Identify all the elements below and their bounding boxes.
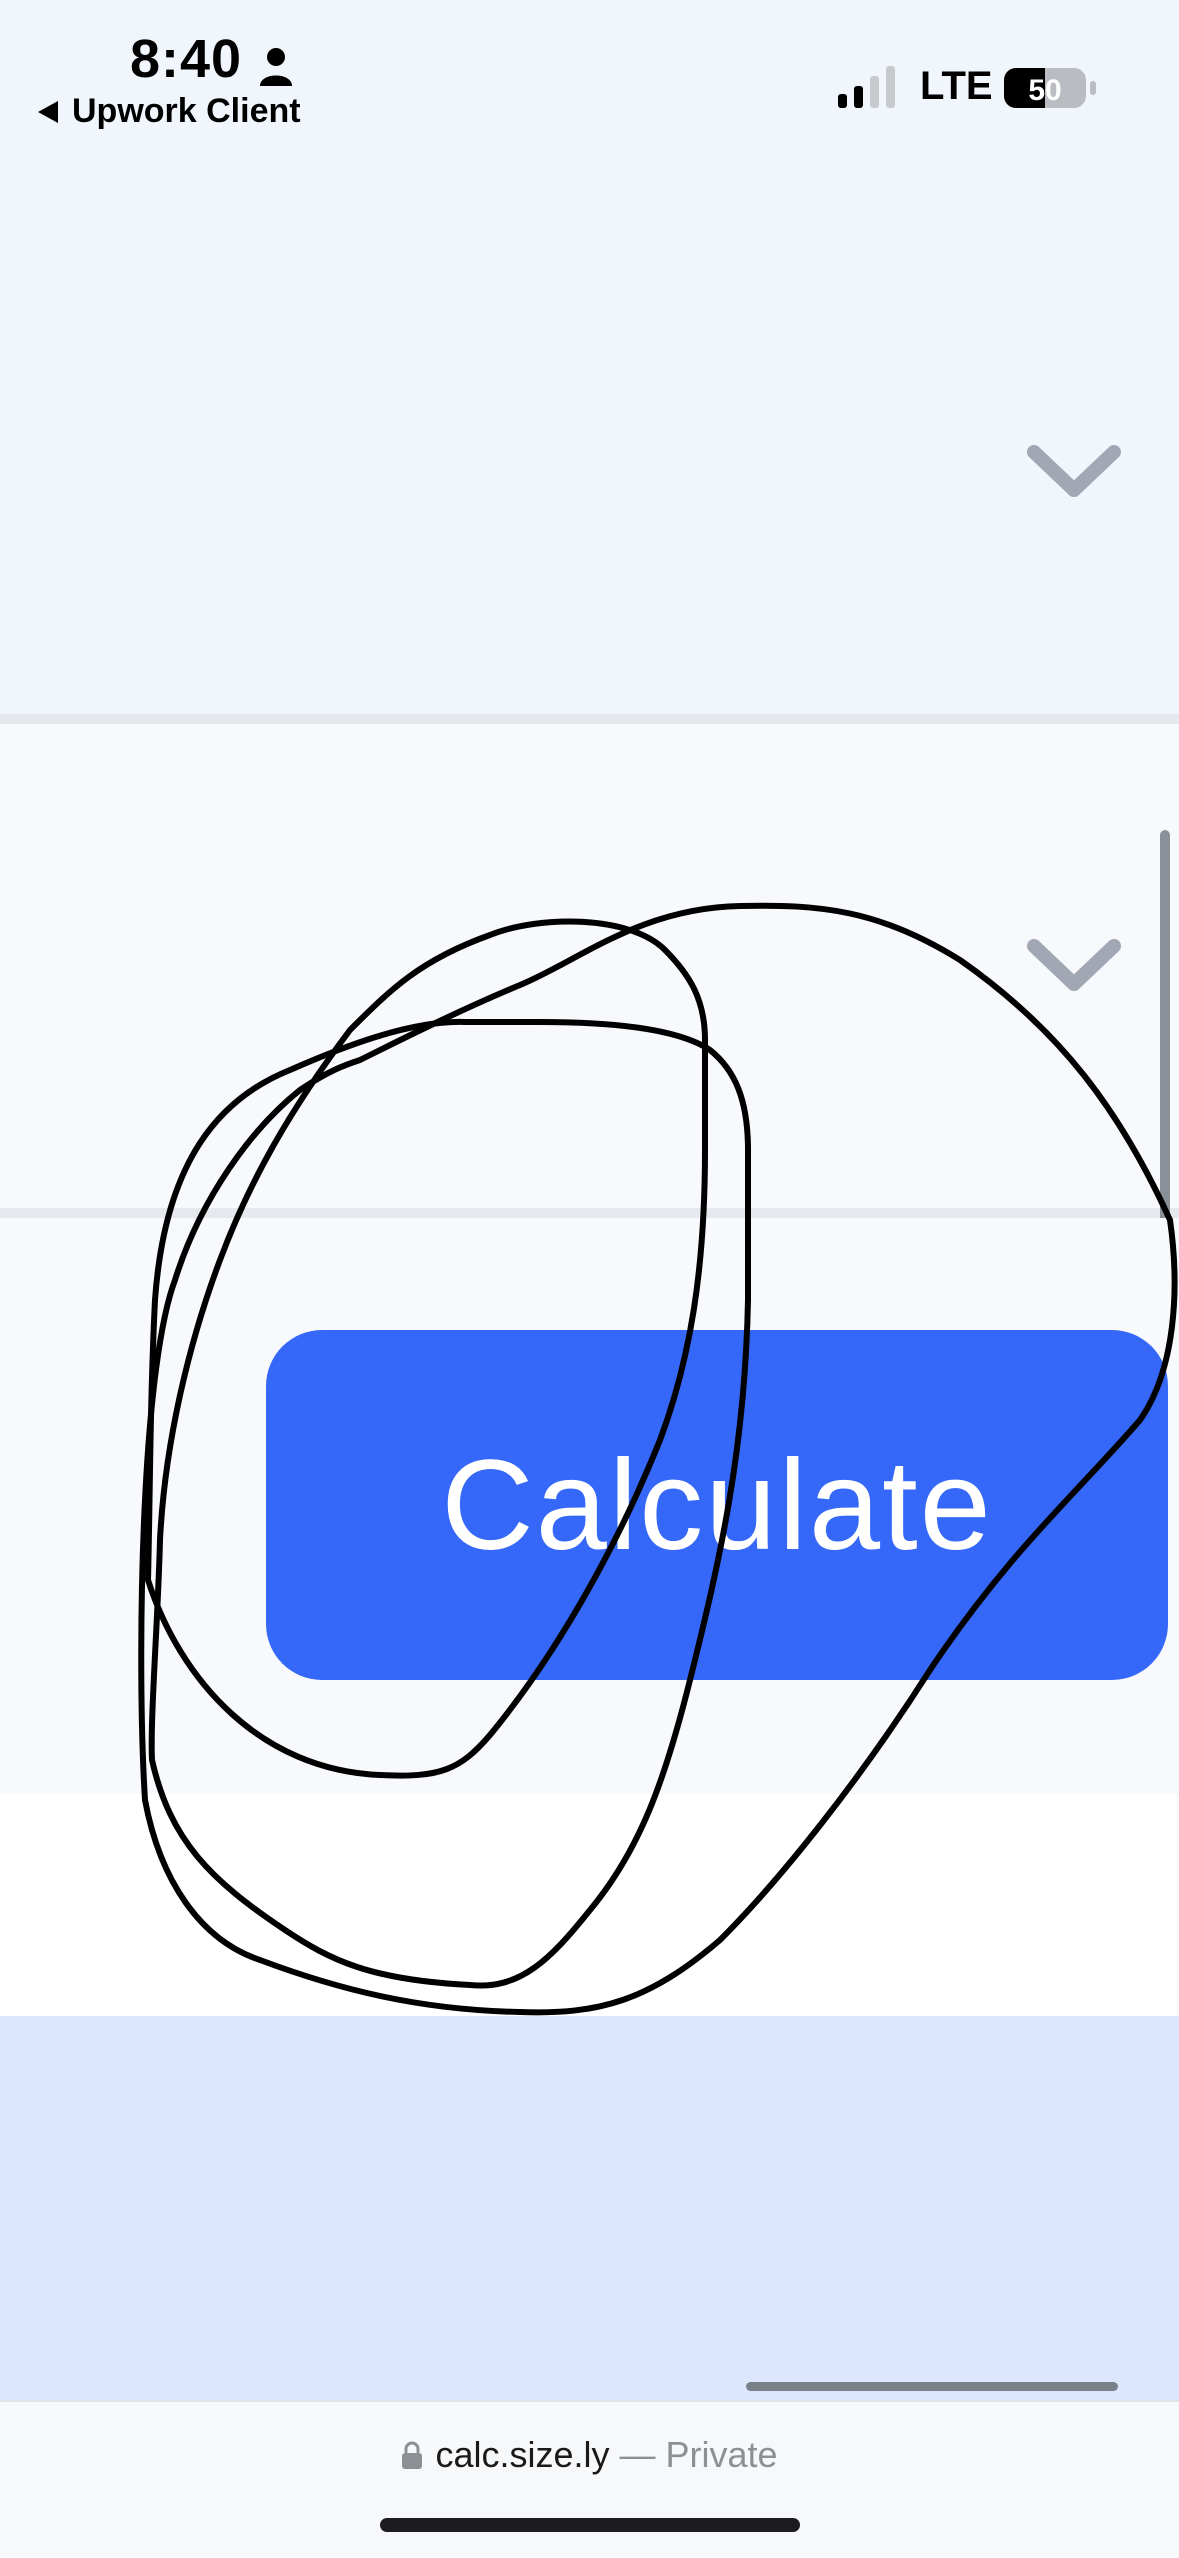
url-domain: calc.size.ly	[435, 2434, 610, 2475]
svg-text:50: 50	[1028, 74, 1061, 107]
horizontal-scrollbar[interactable]	[746, 2382, 1118, 2391]
status-time: 8:40	[130, 29, 243, 89]
browser-url-bar[interactable]	[0, 2400, 1179, 2558]
dropdown-section-2[interactable]	[0, 724, 1179, 1208]
lock-icon	[402, 2441, 423, 2469]
calculate-button[interactable]: Calculate	[266, 1330, 1168, 1680]
dropdown-section-1[interactable]	[0, 180, 1179, 714]
battery-icon: 50	[1004, 68, 1096, 108]
section-divider	[0, 714, 1179, 724]
content-spacer	[0, 1794, 1179, 2016]
chevron-down-icon[interactable]	[1024, 934, 1124, 998]
results-area	[0, 2016, 1179, 2400]
url-display[interactable]: calc.size.ly — Private	[0, 2434, 1179, 2476]
back-to-app-link[interactable]: Upwork Client	[36, 92, 301, 131]
privacy-label: — Private	[619, 2434, 778, 2475]
person-icon	[260, 48, 292, 86]
back-app-label: Upwork Client	[72, 92, 301, 130]
signal-icon	[838, 66, 895, 108]
home-indicator[interactable]	[380, 2518, 800, 2532]
back-triangle-icon	[38, 100, 58, 123]
section-divider	[0, 1208, 1179, 1218]
network-type: LTE	[920, 64, 993, 108]
chevron-down-icon[interactable]	[1024, 440, 1124, 504]
